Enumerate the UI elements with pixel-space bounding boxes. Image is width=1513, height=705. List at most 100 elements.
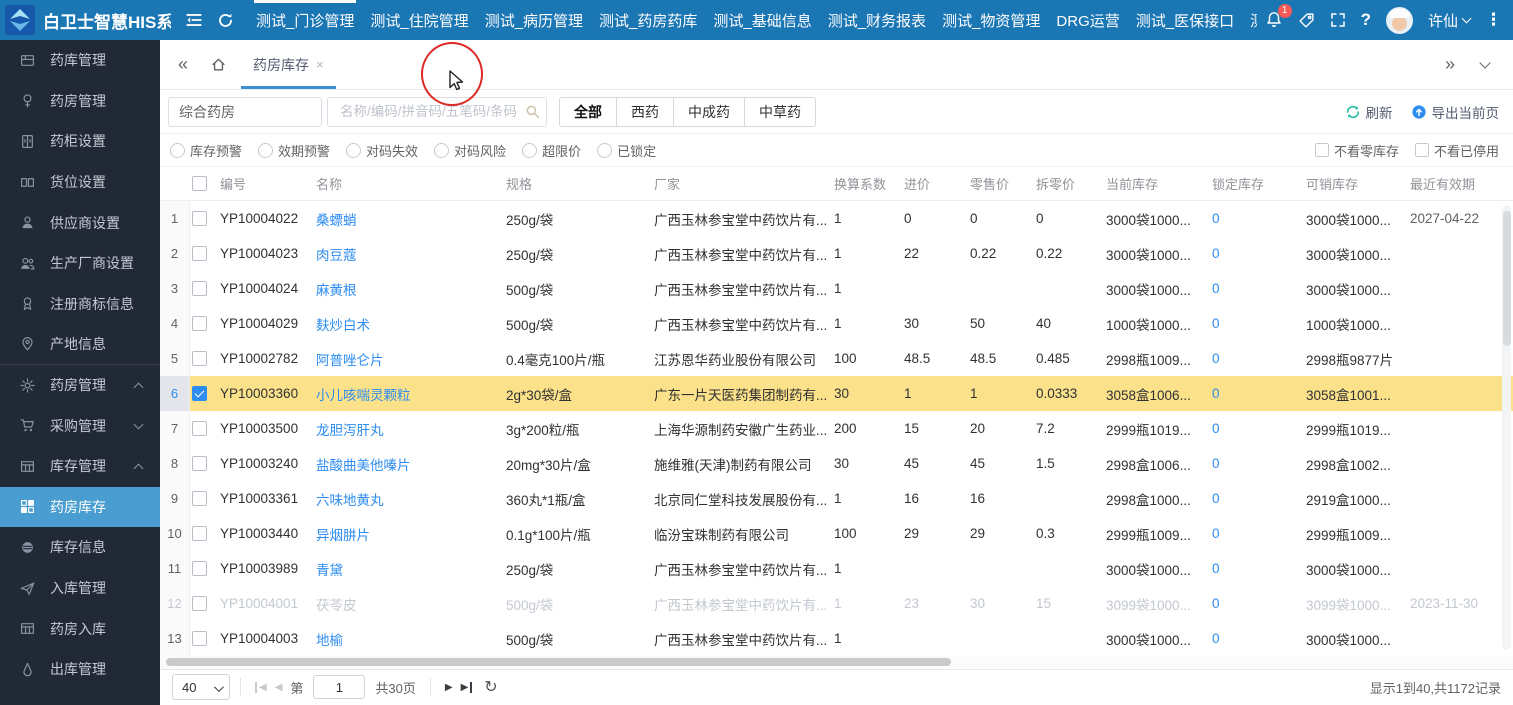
row-checkbox[interactable] [192, 211, 207, 226]
column-header[interactable]: 名称 [310, 174, 500, 193]
name-link[interactable]: 茯苓皮 [310, 594, 500, 614]
locked-stock-cell[interactable]: 0 [1206, 456, 1300, 471]
column-header[interactable]: 厂家 [648, 174, 828, 193]
notifications-button[interactable]: 1 [1265, 4, 1292, 29]
name-link[interactable]: 异烟肼片 [310, 524, 500, 544]
locked-stock-cell[interactable]: 0 [1206, 246, 1300, 261]
sidebar-item[interactable]: 药库管理 [0, 40, 160, 81]
tab-pharmacy-stock[interactable]: 药房库存 × [241, 40, 336, 89]
refresh-table-button[interactable]: 刷新 [1345, 102, 1393, 122]
radio-filter[interactable]: 超限价 [522, 141, 581, 160]
table-row[interactable]: 11 YP10003989 青黛 250g/袋 广西玉林参宝堂中药饮片有... 1 3000… [160, 551, 1513, 586]
locked-stock-cell[interactable]: 0 [1206, 316, 1300, 331]
fullscreen-icon[interactable] [1330, 12, 1346, 28]
locked-stock-cell[interactable]: 0 [1206, 386, 1300, 401]
view-option-checkbox[interactable]: 不看已停用 [1414, 141, 1499, 160]
radio-filter[interactable]: 已锁定 [597, 141, 656, 160]
table-row[interactable]: 10 YP10003440 异烟肼片 0.1g*100片/瓶 临汾宝珠制药有限公司 100… [160, 516, 1513, 551]
nav-item[interactable]: 测试_物资管理 [934, 0, 1048, 40]
reload-page-icon[interactable]: ↻ [484, 677, 497, 697]
collapse-tabs-icon[interactable]: « [178, 54, 188, 75]
expand-tabs-icon[interactable]: » [1445, 54, 1455, 75]
category-button[interactable]: 中成药 [673, 96, 745, 127]
sidebar-item[interactable]: 出库管理 [0, 649, 160, 690]
last-page-button[interactable]: ▶ [461, 681, 473, 693]
horizontal-scroll-thumb[interactable] [166, 658, 951, 666]
radio-filter[interactable]: 对码风险 [434, 141, 506, 160]
home-icon[interactable] [210, 56, 227, 73]
locked-stock-cell[interactable]: 0 [1206, 351, 1300, 366]
nav-item[interactable]: 测试_病历管理 [477, 0, 591, 40]
table-row[interactable]: 2 YP10004023 肉豆蔻 250g/袋 广西玉林参宝堂中药饮片有... 1 22 0.… [160, 236, 1513, 271]
table-row[interactable]: 1 YP10004022 桑螵蛸 250g/袋 广西玉林参宝堂中药饮片有... 1 0 0 0 3… [160, 201, 1513, 236]
search-input[interactable] [338, 103, 525, 120]
locked-stock-cell[interactable]: 0 [1206, 561, 1300, 576]
column-header[interactable]: 编号 [214, 174, 310, 193]
table-row[interactable]: 12 YP10004001 茯苓皮 500g/袋 广西玉林参宝堂中药饮片有... 1 23 3… [160, 586, 1513, 621]
table-row[interactable]: 9 YP10003361 六味地黄丸 360丸*1瓶/盒 北京同仁堂科技发展股份有...… [160, 481, 1513, 516]
column-header[interactable]: 当前库存 [1100, 174, 1206, 193]
page-number-input[interactable] [313, 675, 366, 699]
name-link[interactable]: 桑螵蛸 [310, 209, 500, 229]
app-logo-icon[interactable] [5, 5, 35, 35]
table-row[interactable]: 6 YP10003360 小儿咳喘灵颗粒 2g*30袋/盒 广东一片天医药集团制药有..… [160, 376, 1513, 411]
vertical-scroll-thumb[interactable] [1502, 211, 1511, 346]
sidebar-item[interactable]: 注册商标信息 [0, 284, 160, 325]
next-page-button[interactable]: ▶ [445, 682, 453, 693]
row-checkbox[interactable] [192, 421, 207, 436]
category-button[interactable]: 全部 [559, 96, 617, 127]
row-checkbox[interactable] [192, 561, 207, 576]
column-header[interactable]: 最近有效期 [1404, 174, 1500, 193]
search-icon[interactable] [525, 104, 540, 119]
page-size-select[interactable]: 40 [172, 674, 230, 700]
nav-item[interactable]: 测试 [1242, 0, 1257, 40]
name-link[interactable]: 麻黄根 [310, 279, 500, 299]
table-row[interactable]: 5 YP10002782 阿普唑仑片 0.4毫克100片/瓶 江苏恩华药业股份有限公司 1… [160, 341, 1513, 376]
more-menu-icon[interactable]: ⋮ [1485, 10, 1503, 30]
refresh-icon[interactable] [217, 12, 234, 29]
name-link[interactable]: 盐酸曲美他嗪片 [310, 454, 500, 474]
column-header[interactable]: 锁定库存 [1206, 174, 1300, 193]
column-header[interactable]: 规格 [500, 174, 648, 193]
name-link[interactable]: 青黛 [310, 559, 500, 579]
row-checkbox[interactable] [192, 491, 207, 506]
name-link[interactable]: 龙胆泻肝丸 [310, 419, 500, 439]
locked-stock-cell[interactable]: 0 [1206, 596, 1300, 611]
name-link[interactable]: 小儿咳喘灵颗粒 [310, 384, 500, 404]
locked-stock-cell[interactable]: 0 [1206, 631, 1300, 646]
name-link[interactable]: 六味地黄丸 [310, 489, 500, 509]
sidebar-item[interactable]: 药房管理 [0, 81, 160, 122]
radio-filter[interactable]: 库存预警 [170, 141, 242, 160]
user-menu[interactable]: 许仙 [1428, 10, 1472, 31]
locked-stock-cell[interactable]: 0 [1206, 281, 1300, 296]
view-option-checkbox[interactable]: 不看零库存 [1314, 141, 1399, 160]
column-header[interactable]: 零售价 [964, 174, 1030, 193]
table-row[interactable]: 4 YP10004029 麸炒白术 500g/袋 广西玉林参宝堂中药饮片有... 1 30 5… [160, 306, 1513, 341]
nav-item[interactable]: 测试_基础信息 [705, 0, 819, 40]
radio-filter[interactable]: 效期预警 [258, 141, 330, 160]
sidebar-item[interactable]: 供应商设置 [0, 202, 160, 243]
nav-item[interactable]: 测试_住院管理 [362, 0, 476, 40]
pharmacy-select[interactable]: 综合药房 [168, 96, 322, 127]
user-avatar[interactable] [1385, 6, 1413, 34]
row-checkbox[interactable] [192, 246, 207, 261]
sidebar-item[interactable]: 药房库存 [0, 486, 160, 528]
row-checkbox[interactable] [192, 351, 207, 366]
row-checkbox[interactable] [192, 631, 207, 646]
tab-list-chevron-icon[interactable] [1479, 56, 1491, 69]
name-link[interactable]: 肉豆蔻 [310, 244, 500, 264]
name-link[interactable]: 麸炒白术 [310, 314, 500, 334]
export-page-button[interactable]: 导出当前页 [1411, 102, 1499, 122]
select-all-checkbox[interactable] [192, 176, 207, 191]
sidebar-item[interactable]: 产地信息 [0, 324, 160, 365]
sidebar-item[interactable]: 入库管理 [0, 568, 160, 609]
sidebar-item[interactable]: 库存管理 [0, 446, 160, 487]
column-header[interactable]: 进价 [898, 174, 964, 193]
table-row[interactable]: 3 YP10004024 麻黄根 500g/袋 广西玉林参宝堂中药饮片有... 1 3000… [160, 271, 1513, 306]
sidebar-item[interactable]: 库存信息 [0, 527, 160, 568]
name-link[interactable]: 地榆 [310, 629, 500, 649]
nav-item[interactable]: 测试_门诊管理 [248, 0, 362, 40]
sidebar-item[interactable]: 生产厂商设置 [0, 243, 160, 284]
prev-page-button[interactable]: ◀ [275, 682, 283, 693]
nav-item[interactable]: DRG运营 [1048, 0, 1127, 40]
